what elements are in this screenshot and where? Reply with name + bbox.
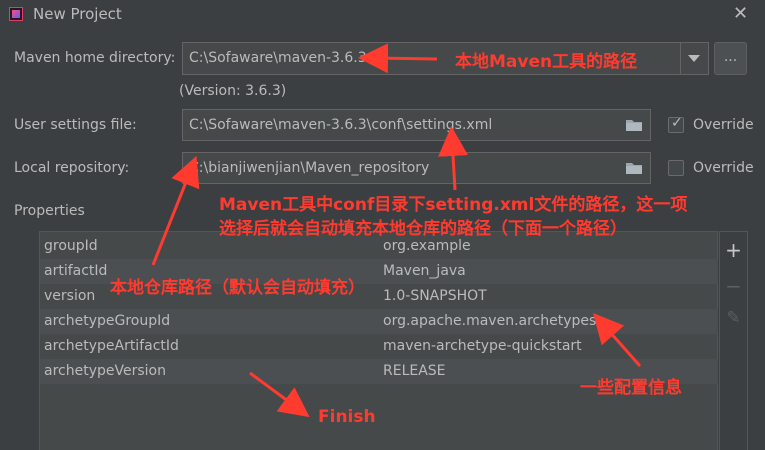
arrow-config-info xyxy=(593,313,642,367)
arrow-finish xyxy=(249,371,310,418)
annotation-local-repo: 本地仓库路径（默认会自动填充） xyxy=(110,278,365,298)
arrow-local-repo xyxy=(151,155,200,266)
annotation-settings: Maven工具中conf目录下setting.xml文件的路径，这一项 选择后就… xyxy=(219,193,687,241)
annotation-settings-line2: 选择后就会自动填充本地仓库的路径（下面一个路径） xyxy=(219,219,627,239)
annotation-finish: Finish xyxy=(318,407,376,427)
annotation-maven-path: 本地Maven工具的路径 xyxy=(455,52,638,72)
arrow-maven-path xyxy=(358,43,438,74)
annotation-config-info: 一些配置信息 xyxy=(580,378,682,398)
annotation-settings-line1: Maven工具中conf目录下setting.xml文件的路径，这一项 xyxy=(219,195,688,215)
arrow-settings xyxy=(438,126,469,191)
